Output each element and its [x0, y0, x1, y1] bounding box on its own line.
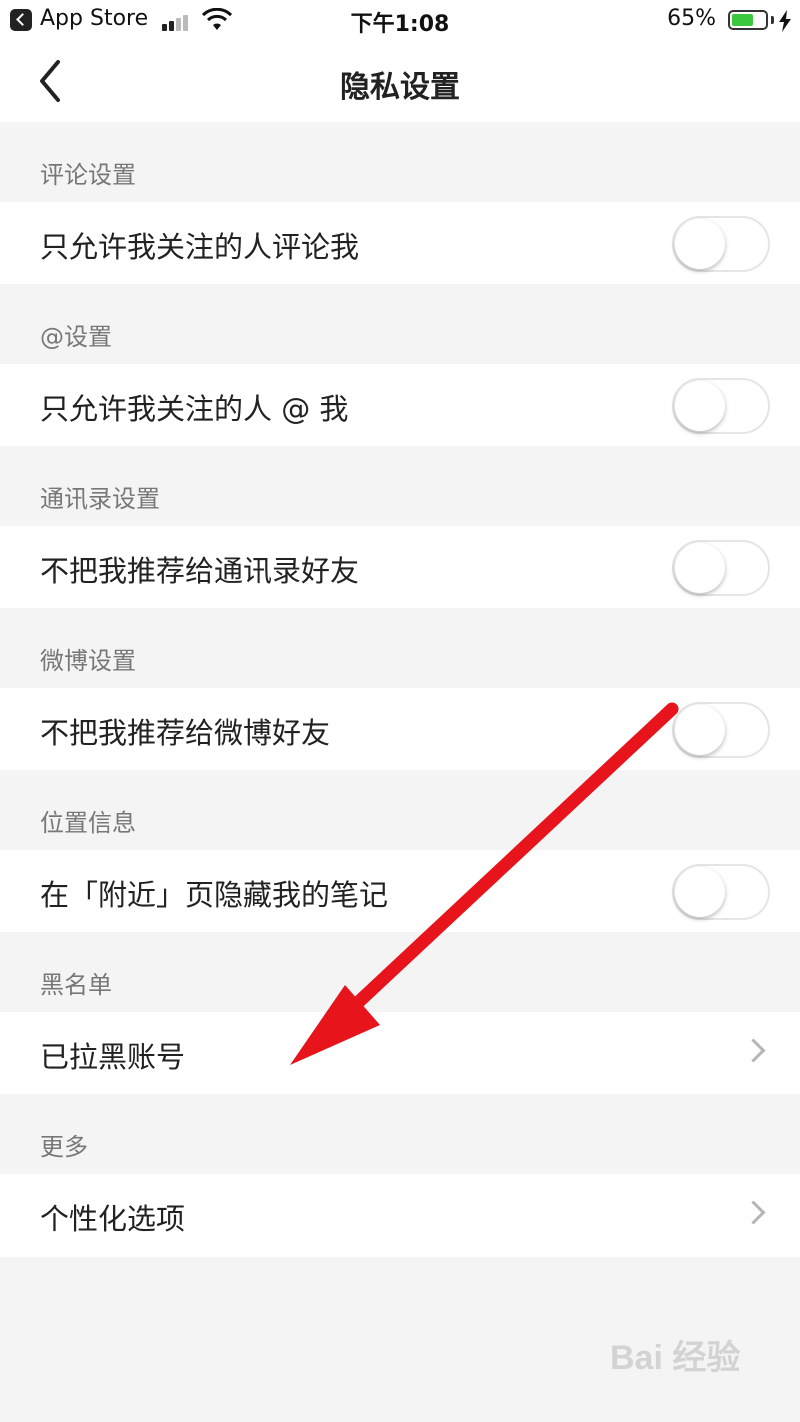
section-header: @设置 — [0, 284, 800, 364]
section-header-label: 黑名单 — [40, 971, 112, 999]
settings-row-label: 不把我推荐给通讯录好友 — [40, 554, 360, 588]
settings-row-label: 不把我推荐给微博好友 — [40, 716, 331, 750]
toggle-switch[interactable] — [672, 702, 770, 758]
section-header: 黑名单 — [0, 932, 800, 1012]
section-header-label: @设置 — [40, 323, 112, 351]
status-bar: App Store 下午1:08 65% — [0, 0, 800, 42]
settings-row-toggle: 在「附近」页隐藏我的笔记 — [0, 850, 800, 933]
battery-percent: 65% — [667, 6, 716, 31]
settings-row-toggle: 不把我推荐给微博好友 — [0, 688, 800, 771]
nav-bar: 隐私设置 — [0, 42, 800, 123]
settings-row-label: 已拉黑账号 — [40, 1040, 186, 1074]
toggle-knob — [675, 705, 725, 755]
toggle-switch[interactable] — [672, 378, 770, 434]
section-header: 通讯录设置 — [0, 446, 800, 526]
chevron-right-icon — [741, 1200, 766, 1225]
charging-bolt-icon — [779, 10, 791, 32]
toggle-knob — [675, 867, 725, 917]
battery-fill — [732, 14, 753, 26]
section-header-label: 微博设置 — [40, 647, 136, 675]
section-header-label: 位置信息 — [40, 809, 136, 837]
settings-row-label: 个性化选项 — [40, 1202, 186, 1236]
battery-icon — [728, 10, 768, 30]
section-header: 微博设置 — [0, 608, 800, 688]
page-title: 隐私设置 — [340, 70, 460, 105]
toggle-switch[interactable] — [672, 216, 770, 272]
watermark: Bai 经验 — [610, 1339, 741, 1377]
settings-row-label: 在「附近」页隐藏我的笔记 — [40, 878, 389, 912]
section-header: 位置信息 — [0, 770, 800, 850]
section-header-label: 更多 — [40, 1133, 88, 1161]
section-header-label: 通讯录设置 — [40, 485, 160, 513]
settings-row-label: 只允许我关注的人评论我 — [40, 230, 360, 264]
chevron-right-icon — [741, 1038, 766, 1063]
settings-row-label: 只允许我关注的人 @ 我 — [40, 392, 349, 426]
settings-row-link[interactable]: 个性化选项 — [0, 1174, 800, 1257]
battery-tip — [771, 16, 774, 24]
section-header-label: 评论设置 — [40, 161, 136, 189]
settings-row-link[interactable]: 已拉黑账号 — [0, 1012, 800, 1095]
toggle-switch[interactable] — [672, 540, 770, 596]
settings-row-toggle: 只允许我关注的人评论我 — [0, 202, 800, 285]
toggle-switch[interactable] — [672, 864, 770, 920]
section-header: 评论设置 — [0, 122, 800, 202]
section-header: 更多 — [0, 1094, 800, 1174]
settings-row-toggle: 只允许我关注的人 @ 我 — [0, 364, 800, 447]
toggle-knob — [675, 381, 725, 431]
toggle-knob — [675, 543, 725, 593]
settings-row-toggle: 不把我推荐给通讯录好友 — [0, 526, 800, 609]
toggle-knob — [675, 219, 725, 269]
